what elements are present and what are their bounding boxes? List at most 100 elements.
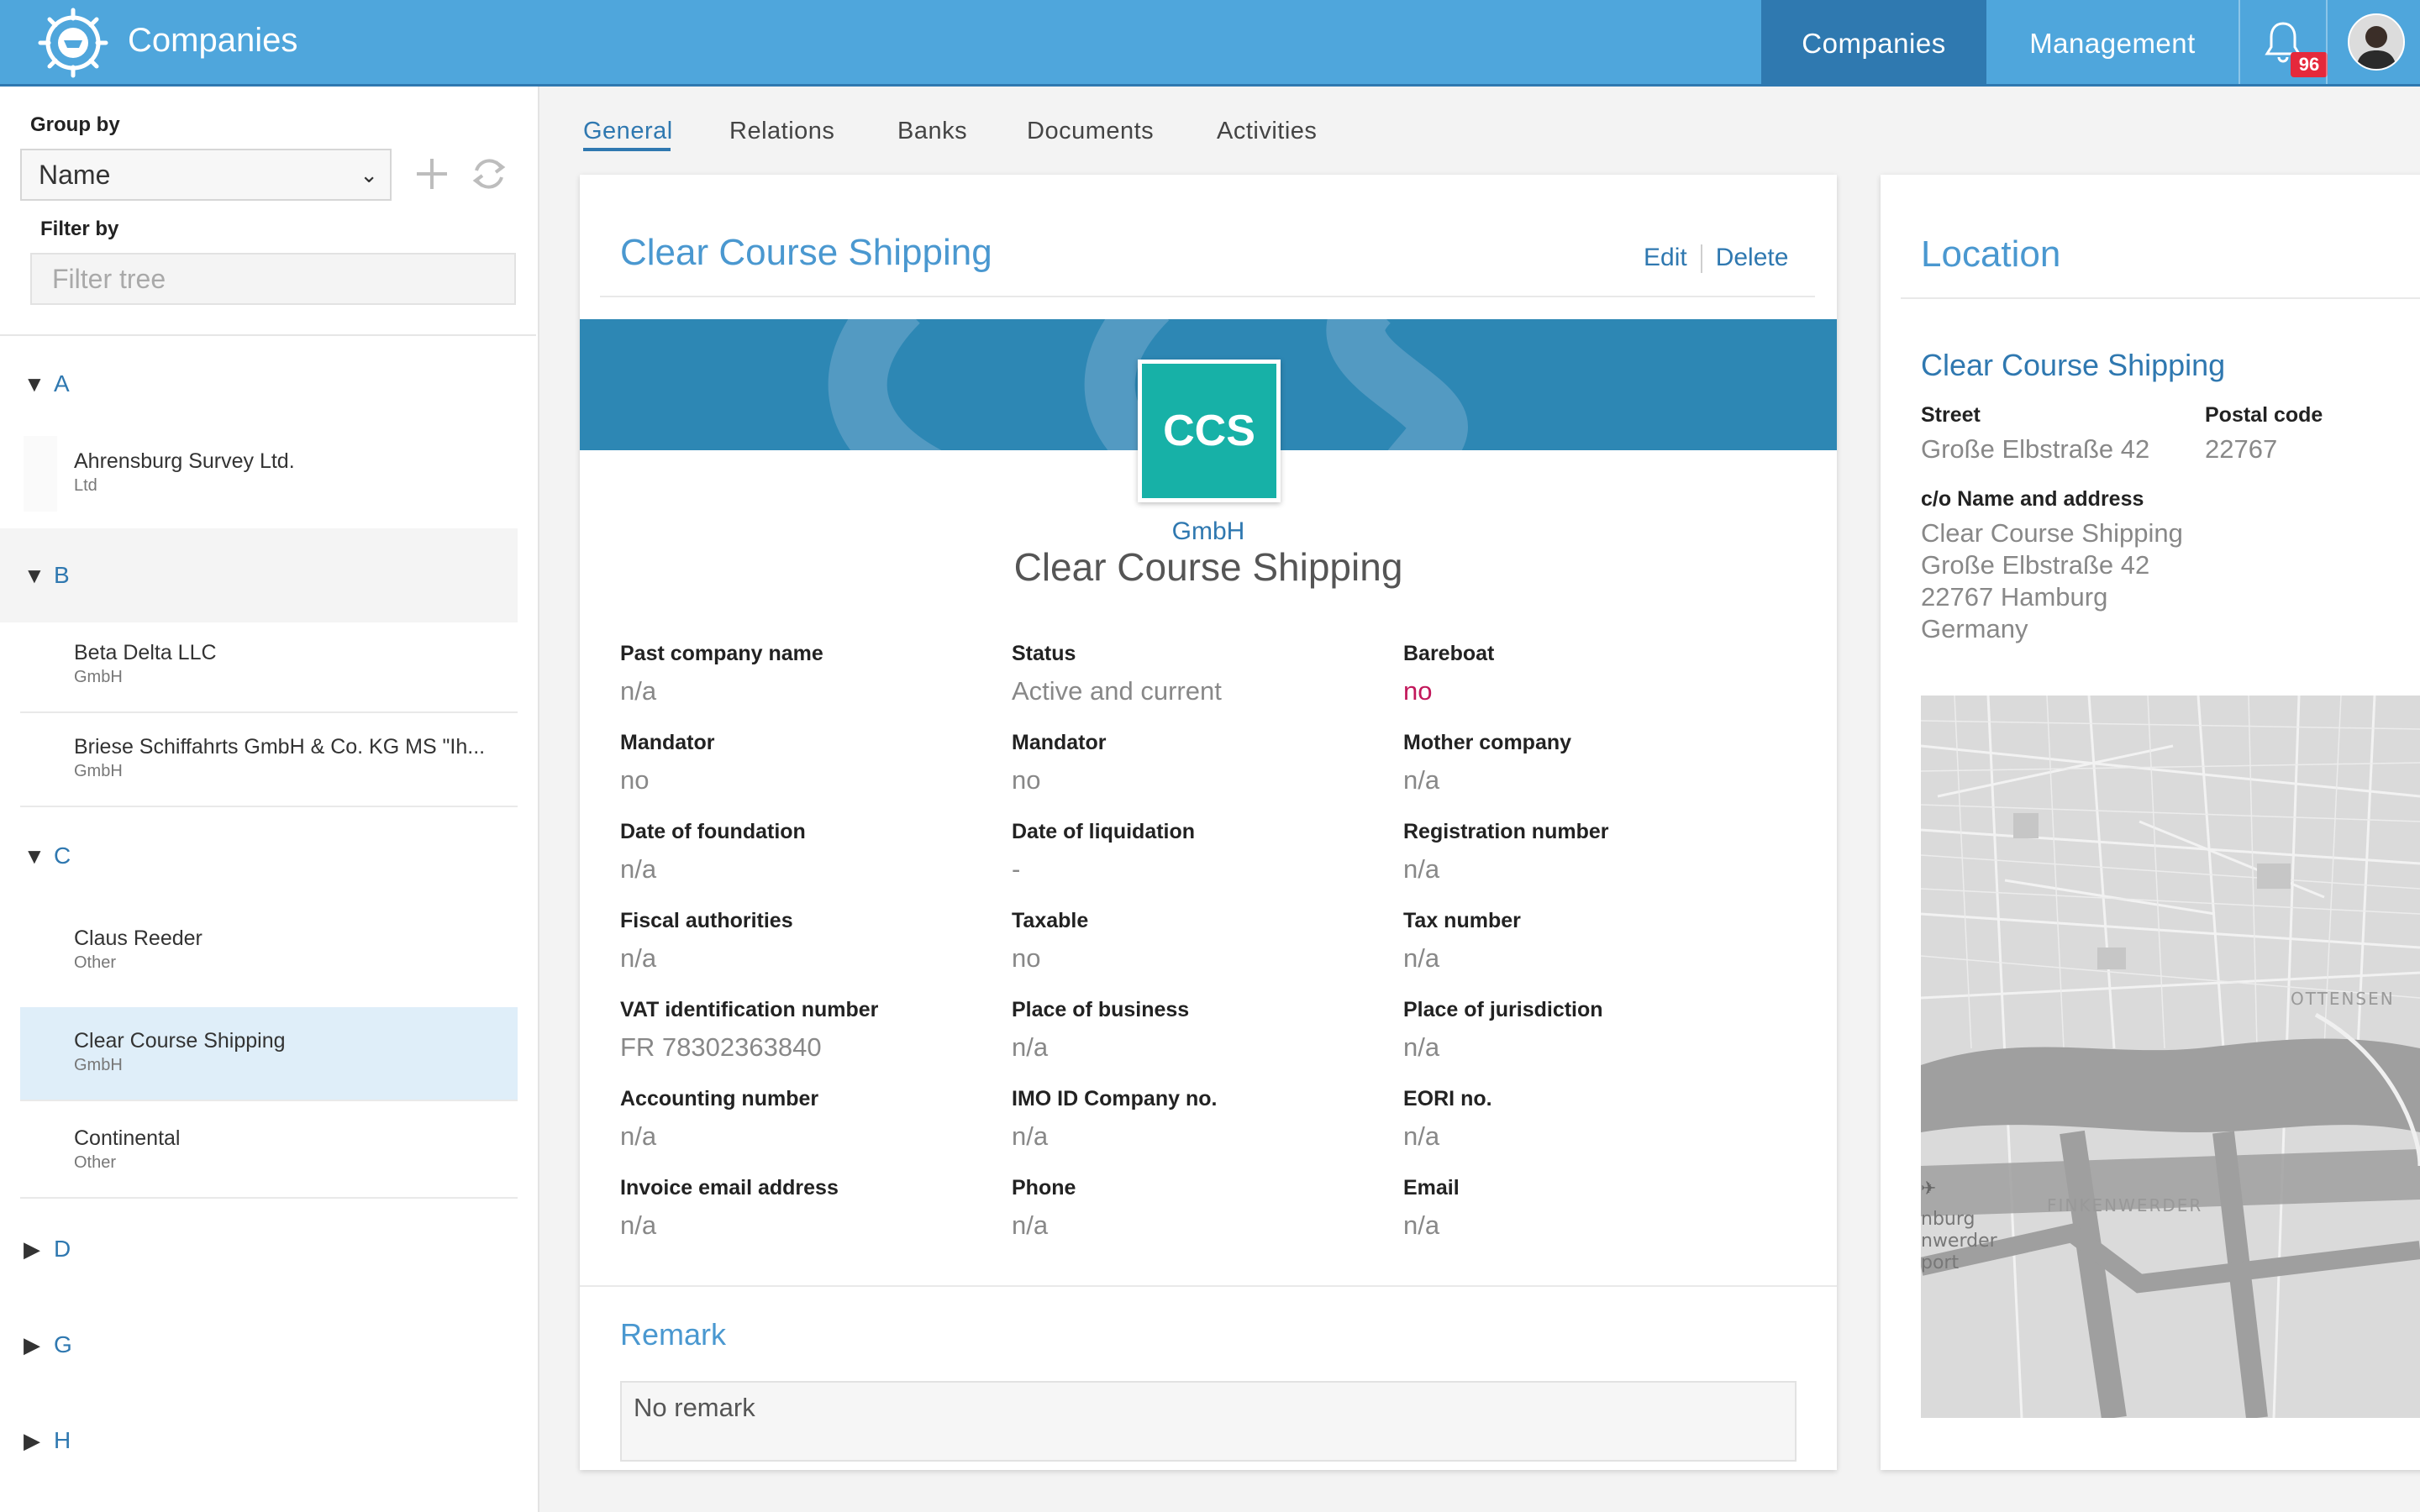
field-value: n/a — [620, 854, 657, 884]
detail-field: Fiscal authorities n/a — [620, 909, 990, 974]
detail-field: EORI no. n/a — [1403, 1087, 1773, 1152]
refresh-icon[interactable] — [467, 152, 511, 196]
field-label: Place of jurisdiction — [1403, 998, 1603, 1021]
item-name: Clear Course Shipping — [74, 1029, 286, 1053]
ship-wheel-logo-icon[interactable] — [37, 7, 109, 79]
group-by-label: Group by — [30, 113, 120, 136]
field-value: n/a — [620, 676, 657, 706]
group-header-b[interactable]: ▼ B — [0, 528, 518, 622]
add-icon[interactable] — [410, 152, 454, 196]
field-label: Fiscal authorities — [620, 909, 793, 932]
top-bar: Companies Companies Management 96 — [0, 0, 2420, 87]
filter-by-label: Filter by — [40, 218, 119, 240]
tab-relations[interactable]: Relations — [729, 118, 834, 145]
group-letter: D — [54, 1236, 71, 1262]
group-by-select[interactable]: Name ⌄ — [20, 149, 392, 201]
co-address-line: Clear Course Shipping — [1921, 518, 2183, 548]
map-label: FINKENWERDER — [2047, 1195, 2202, 1215]
tab-general[interactable]: General — [583, 118, 673, 145]
group-letter: A — [54, 370, 70, 396]
field-label: Tax number — [1403, 909, 1521, 932]
group-letter: C — [54, 843, 71, 869]
nav-divider — [2238, 0, 2240, 84]
detail-field: Place of jurisdiction n/a — [1403, 998, 1773, 1063]
item-type: GmbH — [74, 762, 123, 780]
tab-activities[interactable]: Activities — [1217, 118, 1317, 145]
group-letter: B — [54, 562, 70, 588]
field-value: no — [1403, 676, 1433, 706]
field-label: Registration number — [1403, 820, 1609, 843]
field-label: Invoice email address — [620, 1176, 839, 1200]
item-type: Ltd — [74, 476, 97, 495]
filter-tree-input[interactable] — [30, 253, 516, 305]
field-label: Past company name — [620, 642, 823, 665]
field-label: Mandator — [1012, 731, 1107, 754]
nav-companies[interactable]: Companies — [1761, 0, 1986, 84]
field-value: n/a — [1012, 1121, 1049, 1151]
map-label: nwerder — [1921, 1231, 1998, 1252]
detail-field: Accounting number n/a — [620, 1087, 990, 1152]
detail-field: Past company name n/a — [620, 642, 990, 706]
group-header-h[interactable]: ▶ H — [0, 1394, 518, 1488]
list-item[interactable]: Claus Reeder Other — [20, 905, 518, 999]
list-item[interactable]: Continental Other — [20, 1105, 518, 1199]
tab-banks[interactable]: Banks — [897, 118, 967, 145]
item-name: Claus Reeder — [74, 927, 203, 950]
detail-field: Registration number n/a — [1403, 820, 1773, 885]
sidebar: Group by Name ⌄ Filter by ▼ A Ahrensburg… — [0, 87, 539, 1512]
list-item[interactable]: Briese Schiffahrts GmbH & Co. KG MS "Ih.… — [20, 713, 518, 807]
delete-button[interactable]: Delete — [1716, 244, 1789, 271]
group-header-c[interactable]: ▼ C — [0, 809, 518, 903]
field-value: - — [1012, 854, 1021, 884]
detail-field: Tax number n/a — [1403, 909, 1773, 974]
co-address-line: Große Elbstraße 42 — [1921, 550, 2150, 580]
item-name: Ahrensburg Survey Ltd. — [74, 449, 295, 473]
field-label: Phone — [1012, 1176, 1076, 1200]
list-item[interactable]: Ahrensburg Survey Ltd. Ltd — [20, 428, 518, 522]
location-map[interactable]: OTTENSEN FINKENWERDER nburg nwerder port… — [1921, 696, 2420, 1418]
list-item[interactable]: Beta Delta LLC GmbH — [20, 619, 518, 713]
company-card: Clear Course Shipping Edit Delete CCS Gmb… — [580, 175, 1837, 1470]
active-tab-indicator — [583, 148, 671, 151]
field-value: no — [620, 765, 650, 795]
field-label: VAT identification number — [620, 998, 879, 1021]
caret-right-icon: ▶ — [24, 1428, 40, 1453]
user-avatar[interactable] — [2348, 13, 2405, 71]
detail-field: IMO ID Company no. n/a — [1012, 1087, 1381, 1152]
field-value: n/a — [1012, 1032, 1049, 1062]
company-name: Clear Course Shipping — [1013, 545, 1403, 589]
detail-field: Mandator no — [620, 731, 990, 795]
detail-field: Date of foundation n/a — [620, 820, 990, 885]
item-name: Continental — [74, 1126, 181, 1150]
remark-box: No remark — [620, 1381, 1797, 1462]
field-value: n/a — [1403, 1210, 1440, 1240]
field-label: Place of business — [1012, 998, 1190, 1021]
map-label: OTTENSEN — [2291, 989, 2395, 1009]
group-letter: G — [54, 1331, 72, 1357]
field-label: Accounting number — [620, 1087, 819, 1110]
field-label: Bareboat — [1403, 642, 1495, 665]
field-value: n/a — [1403, 943, 1440, 973]
field-value: n/a — [1403, 1121, 1440, 1151]
airport-icon: ✈ — [1921, 1179, 1936, 1200]
app-title: Companies — [128, 22, 298, 59]
group-header-d[interactable]: ▶ D — [0, 1202, 518, 1296]
tab-documents[interactable]: Documents — [1027, 118, 1154, 145]
edit-button[interactable]: Edit — [1644, 244, 1687, 271]
caret-down-icon: ▼ — [24, 371, 45, 396]
group-header-g[interactable]: ▶ G — [0, 1298, 518, 1392]
field-value: n/a — [1403, 1032, 1440, 1062]
field-label: EORI no. — [1403, 1087, 1492, 1110]
detail-field: Taxable no — [1012, 909, 1381, 974]
detail-field: Status Active and current — [1012, 642, 1381, 706]
group-header-a[interactable]: ▼ A — [0, 337, 518, 431]
field-label: Mother company — [1403, 731, 1572, 754]
sidebar-divider — [0, 334, 536, 336]
field-value: Active and current — [1012, 676, 1222, 706]
item-type: Other — [74, 1153, 117, 1172]
postal-code-label: Postal code — [2205, 403, 2323, 427]
detail-field: Email n/a — [1403, 1176, 1773, 1241]
list-item[interactable]: Clear Course Shipping GmbH — [20, 1007, 518, 1101]
field-label: Date of liquidation — [1012, 820, 1196, 843]
nav-management[interactable]: Management — [1986, 0, 2238, 84]
